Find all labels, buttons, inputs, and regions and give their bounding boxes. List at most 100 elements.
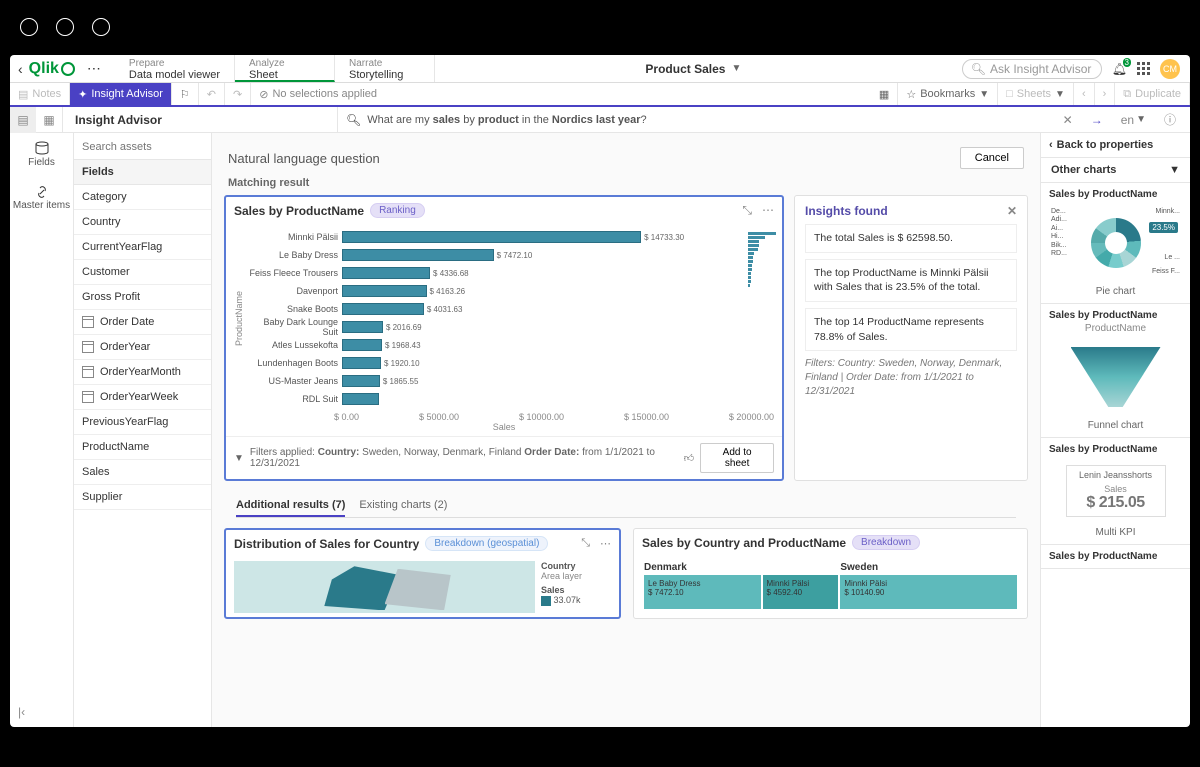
- nav-tab-prepare[interactable]: Prepare Data model viewer: [115, 55, 235, 82]
- tab-additional-results[interactable]: Additional results (7): [236, 495, 345, 517]
- list-view-button[interactable]: ▤: [10, 107, 36, 133]
- expand-icon[interactable]: ⤡: [581, 537, 590, 550]
- insight-item: The top ProductName is Minnki Pälsii wit…: [805, 259, 1017, 302]
- insight-advisor-button[interactable]: ✦ Insight Advisor: [70, 83, 172, 105]
- nl-section-title: Natural language question: [228, 151, 380, 166]
- insight-item: The top 14 ProductName represents 78.8% …: [805, 308, 1017, 351]
- treemap-visualization[interactable]: Denmark Le Baby Dress$ 7472.10 Minnki Pä…: [634, 556, 1027, 615]
- prev-sheet-button[interactable]: ‹: [1074, 83, 1095, 105]
- bar-row[interactable]: Le Baby Dress$ 7472.10: [246, 246, 748, 264]
- step-back-button[interactable]: ↶: [199, 83, 225, 105]
- tree-cell[interactable]: Minnki Pälsi$ 4592.40: [763, 575, 839, 609]
- app-launcher-icon[interactable]: [1137, 62, 1150, 75]
- tab-existing-charts[interactable]: Existing charts (2): [359, 495, 447, 517]
- bar-value-label: $ 1968.43: [385, 341, 421, 350]
- sheets-icon: □: [1006, 88, 1013, 100]
- bar-row[interactable]: RDL Suit: [246, 390, 748, 408]
- other-charts-section[interactable]: Other charts▼: [1041, 158, 1190, 183]
- bar-row[interactable]: Snake Boots$ 4031.63: [246, 300, 748, 318]
- rail-fields[interactable]: Fields: [10, 133, 73, 176]
- duplicate-button[interactable]: ⧉ Duplicate: [1115, 83, 1190, 105]
- bar-row[interactable]: US-Master Jeans$ 1865.55: [246, 372, 748, 390]
- notifications-icon[interactable]: 🔔︎ 3: [1112, 62, 1127, 76]
- tree-cell[interactable]: Minnki Pälsi$ 10140.90: [840, 575, 1017, 609]
- field-item[interactable]: Category: [74, 185, 211, 210]
- bar-row[interactable]: Minnki Pälsii$ 14733.30: [246, 228, 748, 246]
- field-item[interactable]: Gross Profit: [74, 285, 211, 310]
- selection-tool-1[interactable]: ⚐: [172, 83, 199, 105]
- right-properties-pane: ‹ Back to properties Other charts▼ Sales…: [1040, 133, 1190, 727]
- more-icon[interactable]: ⋯: [600, 537, 611, 550]
- sheets-button[interactable]: □ Sheets ▼: [998, 83, 1074, 105]
- bar-row[interactable]: Baby Dark Lounge Suit$ 2016.69: [246, 318, 748, 336]
- window-dot[interactable]: [20, 18, 38, 36]
- notes-button[interactable]: ▤ Notes: [10, 83, 70, 105]
- database-icon: [34, 141, 50, 157]
- user-avatar[interactable]: CM: [1160, 59, 1180, 79]
- field-label: Country: [82, 216, 121, 228]
- nav-tab-analyze[interactable]: Analyze Sheet: [235, 55, 335, 82]
- field-item[interactable]: Order Date: [74, 310, 211, 335]
- thumbs-up-icon[interactable]: 👍︎: [684, 452, 694, 464]
- back-icon[interactable]: ‹: [18, 61, 23, 77]
- search-assets-input[interactable]: [82, 141, 203, 153]
- main-content: Natural language question Cancel Matchin…: [212, 133, 1040, 727]
- step-forward-icon: ↷: [233, 88, 242, 101]
- chevron-down-icon: ▼: [1055, 89, 1065, 100]
- field-item[interactable]: Country: [74, 210, 211, 235]
- bar: [342, 393, 379, 405]
- window-dot[interactable]: [92, 18, 110, 36]
- insights-card: Insights found ✕ The total Sales is $ 62…: [794, 195, 1028, 481]
- next-sheet-button[interactable]: ›: [1095, 83, 1116, 105]
- field-item[interactable]: PreviousYearFlag: [74, 410, 211, 435]
- suggestion-kpi[interactable]: Sales by ProductName Lenin Jeansshorts S…: [1041, 438, 1190, 545]
- qlik-logo[interactable]: Qlik: [29, 60, 75, 78]
- bar-row[interactable]: Atles Lussekofta$ 1968.43: [246, 336, 748, 354]
- suggestion-funnel[interactable]: Sales by ProductName ProductName Funnel …: [1041, 304, 1190, 438]
- cancel-button[interactable]: Cancel: [960, 147, 1024, 169]
- grid-view-button[interactable]: ▦: [871, 83, 898, 105]
- map-visualization[interactable]: [234, 561, 535, 613]
- close-icon[interactable]: ✕: [1007, 204, 1017, 218]
- field-item[interactable]: ProductName: [74, 435, 211, 460]
- x-axis-ticks: $ 0.00$ 5000.00$ 10000.00$ 15000.00$ 200…: [226, 410, 782, 422]
- nav-tab-narrate[interactable]: Narrate Storytelling: [335, 55, 435, 82]
- suggestion-pie[interactable]: Sales by ProductName 23.5% De...Adi...Ai…: [1041, 183, 1190, 304]
- expand-icon[interactable]: ⤡: [742, 203, 752, 218]
- window-dot[interactable]: [56, 18, 74, 36]
- suggestion-extra[interactable]: Sales by ProductName: [1041, 545, 1190, 569]
- calendar-icon: [82, 366, 94, 378]
- x-axis-label: Sales: [226, 422, 782, 436]
- rail-master-items[interactable]: Master items: [10, 176, 73, 219]
- insight-item: The total Sales is $ 62598.50.: [805, 224, 1017, 253]
- card-view-button[interactable]: ▦: [36, 107, 62, 133]
- bookmarks-button[interactable]: ☆ Bookmarks ▼: [898, 83, 998, 105]
- field-item[interactable]: CurrentYearFlag: [74, 235, 211, 260]
- back-to-properties[interactable]: ‹ Back to properties: [1041, 133, 1190, 158]
- language-selector[interactable]: en ▼: [1115, 113, 1152, 127]
- selections-bar: ⊘ No selections applied: [251, 88, 871, 101]
- bar-row[interactable]: Davenport$ 4163.26: [246, 282, 748, 300]
- field-item[interactable]: Supplier: [74, 485, 211, 510]
- bar-row[interactable]: Feiss Fleece Trousers$ 4336.68: [246, 264, 748, 282]
- more-icon[interactable]: ⋯: [81, 60, 107, 77]
- more-icon[interactable]: ⋯: [762, 203, 774, 218]
- bar-row[interactable]: Lundenhagen Boots$ 1920.10: [246, 354, 748, 372]
- field-item[interactable]: OrderYear: [74, 335, 211, 360]
- step-forward-button[interactable]: ↷: [225, 83, 251, 105]
- field-item[interactable]: Sales: [74, 460, 211, 485]
- field-item[interactable]: Customer: [74, 260, 211, 285]
- collapse-rail-button[interactable]: |‹: [10, 697, 73, 727]
- tree-cell[interactable]: Le Baby Dress$ 7472.10: [644, 575, 761, 609]
- add-to-sheet-button[interactable]: Add to sheet: [700, 443, 774, 473]
- clear-query-button[interactable]: ✕: [1057, 113, 1079, 127]
- global-search[interactable]: 🔍︎ Ask Insight Advisor: [962, 59, 1102, 79]
- help-icon[interactable]: ⓘ: [1158, 111, 1182, 128]
- field-item[interactable]: OrderYearMonth: [74, 360, 211, 385]
- field-item[interactable]: OrderYearWeek: [74, 385, 211, 410]
- nl-query-bar[interactable]: 🔍︎ What are my sales by product in the N…: [338, 111, 1190, 128]
- document-title[interactable]: Product Sales ▼: [435, 55, 952, 82]
- link-icon: [34, 184, 50, 200]
- submit-query-button[interactable]: →: [1085, 113, 1109, 127]
- mini-scroll-legend[interactable]: [748, 228, 776, 408]
